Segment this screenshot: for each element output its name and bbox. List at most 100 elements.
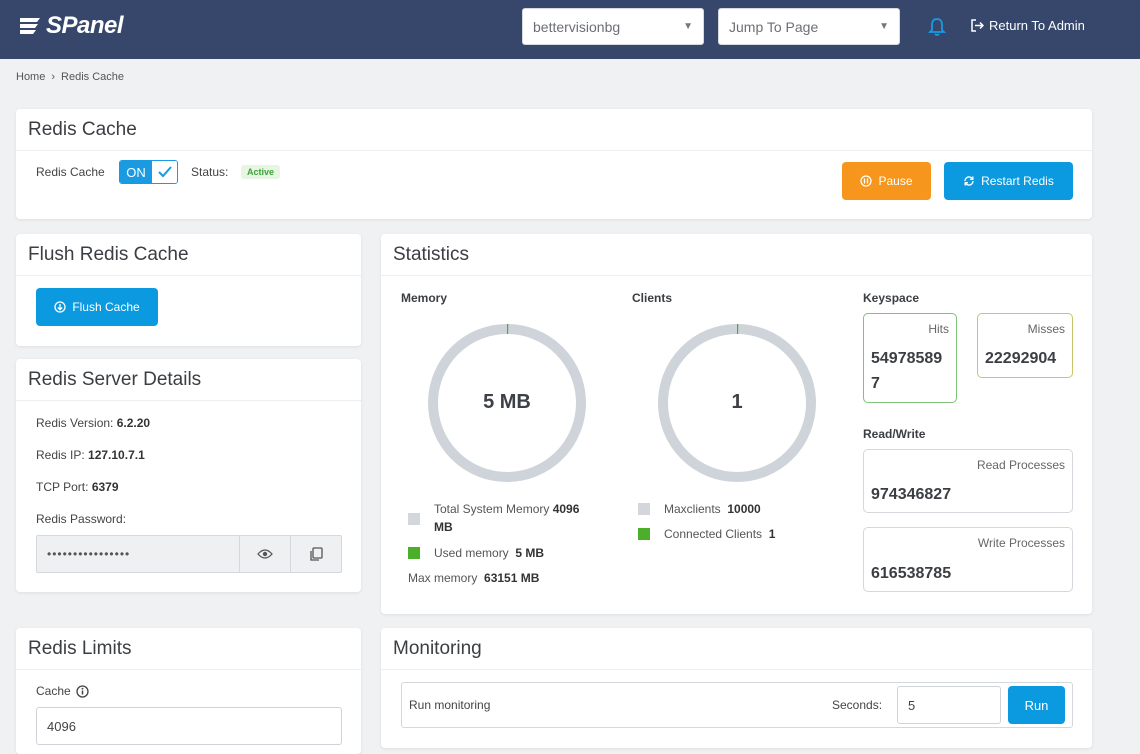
pause-button[interactable]: Pause	[842, 162, 931, 200]
maxclients-label: Maxclients	[664, 502, 721, 516]
pause-icon	[860, 175, 873, 187]
redis-version: Redis Version: 6.2.20	[36, 416, 150, 430]
redis-cache-toggle-label: Redis Cache	[36, 165, 105, 179]
readwrite-heading: Read/Write	[863, 427, 926, 441]
logo-icon	[20, 18, 40, 34]
misses-box: Misses 22292904	[977, 313, 1073, 378]
jump-to-page-select[interactable]: Jump To Page ▼	[718, 8, 900, 45]
write-processes-box: Write Processes 616538785	[863, 527, 1073, 592]
card-title: Redis Cache	[16, 109, 1092, 151]
run-monitoring-label: Run monitoring	[409, 698, 491, 712]
read-processes-box: Read Processes 974346827	[863, 449, 1073, 513]
hits-box: Hits 54978589 7	[863, 313, 957, 403]
port-label: TCP Port:	[36, 480, 89, 494]
cache-limit-label: Cache	[36, 684, 89, 698]
maxclients-legend: Maxclients 10000	[664, 500, 761, 518]
ip-value: 127.10.7.1	[88, 448, 145, 462]
max-memory: Max memory 63151 MB	[408, 569, 539, 587]
read-processes-label: Read Processes	[976, 458, 1065, 472]
card-title: Redis Limits	[16, 628, 361, 670]
used-memory-swatch	[408, 547, 420, 559]
total-memory-swatch	[408, 513, 420, 525]
status-label: Status:	[191, 165, 229, 179]
hits-value: 54978589 7	[871, 346, 942, 396]
card-title: Monitoring	[381, 628, 1092, 670]
hits-value-line2: 7	[871, 375, 880, 392]
restart-redis-button[interactable]: Restart Redis	[944, 162, 1073, 200]
check-icon	[152, 161, 177, 183]
memory-ring-value: 5 MB	[483, 391, 531, 413]
version-value: 6.2.20	[116, 416, 151, 430]
chevron-down-icon: ▼	[879, 21, 889, 32]
used-memory-legend: Used memory 5 MB	[434, 544, 544, 562]
sign-out-icon	[971, 19, 984, 32]
clients-ring-value: 1	[731, 391, 743, 413]
password-value: ••••••••••••••••	[47, 547, 131, 561]
breadcrumb-home[interactable]: Home	[16, 71, 45, 83]
connected-clients-swatch	[638, 528, 650, 540]
total-memory-legend: Total System Memory 4096 MB	[434, 500, 604, 536]
info-icon[interactable]	[76, 684, 89, 698]
jump-select-value: Jump To Page	[729, 18, 819, 35]
breadcrumb: Home › Redis Cache	[16, 71, 124, 83]
chevron-down-icon: ▼	[683, 21, 693, 32]
read-processes-value: 974346827	[871, 486, 952, 503]
logo-text: SPanel	[46, 12, 124, 39]
cache-label: Cache	[36, 684, 71, 698]
return-label: Return To Admin	[989, 18, 1085, 33]
pause-label: Pause	[878, 174, 913, 188]
seconds-input[interactable]: 5	[897, 686, 1001, 724]
spanel-logo[interactable]: SPanel	[16, 12, 124, 40]
max-memory-value: 63151 MB	[484, 571, 540, 585]
password-field: ••••••••••••••••	[36, 535, 342, 573]
breadcrumb-current: Redis Cache	[61, 71, 124, 83]
total-memory-unit: MB	[434, 520, 453, 534]
total-memory-value: 4096	[552, 502, 580, 516]
port-value: 6379	[91, 480, 119, 494]
hits-value-line1: 54978589	[871, 350, 943, 367]
toggle-state: ON	[120, 161, 152, 183]
chevron-right-icon: ›	[51, 71, 56, 83]
eye-icon	[257, 549, 274, 559]
maxclients-value: 10000	[727, 502, 761, 516]
redis-cache-toggle[interactable]: ON	[119, 160, 178, 184]
write-processes-label: Write Processes	[977, 536, 1065, 550]
flush-cache-button[interactable]: Flush Cache	[36, 288, 158, 326]
download-circle-icon	[54, 301, 66, 313]
card-title: Statistics	[381, 234, 1092, 276]
max-memory-label: Max memory	[408, 571, 478, 585]
password-label: Redis Password:	[36, 512, 127, 526]
flush-label: Flush Cache	[72, 300, 140, 314]
redis-ip: Redis IP: 127.10.7.1	[36, 448, 145, 462]
used-memory-label: Used memory	[434, 546, 509, 560]
memory-heading: Memory	[401, 291, 448, 305]
account-select[interactable]: bettervisionbg ▼	[522, 8, 704, 45]
show-password-button[interactable]	[239, 536, 290, 572]
total-memory-label: Total System Memory	[434, 502, 550, 516]
keyspace-heading: Keyspace	[863, 291, 920, 305]
used-memory-value: 5 MB	[515, 546, 545, 560]
bell-icon[interactable]	[928, 17, 946, 37]
card-title: Redis Server Details	[16, 359, 361, 401]
status-badge: Active	[241, 165, 281, 179]
misses-label: Misses	[1027, 322, 1065, 336]
clients-heading: Clients	[632, 291, 673, 305]
copy-icon	[310, 547, 323, 561]
card-title: Flush Redis Cache	[16, 234, 361, 276]
maxclients-swatch	[638, 503, 650, 515]
run-button[interactable]: Run	[1008, 686, 1065, 724]
connected-clients-label: Connected Clients	[664, 527, 763, 541]
tcp-port: TCP Port: 6379	[36, 480, 119, 494]
top-bar: SPanel bettervisionbg ▼ Jump To Page ▼ R…	[0, 0, 1140, 59]
copy-password-button[interactable]	[290, 536, 341, 572]
version-label: Redis Version:	[36, 416, 114, 430]
account-select-value: bettervisionbg	[533, 18, 621, 35]
seconds-label: Seconds:	[832, 698, 883, 712]
hits-label: Hits	[928, 322, 949, 336]
connected-clients-legend: Connected Clients 1	[664, 525, 775, 543]
connected-clients-value: 1	[768, 527, 776, 541]
misses-value: 22292904	[985, 350, 1057, 367]
cache-limit-input[interactable]: 4096	[36, 707, 342, 745]
return-to-admin-link[interactable]: Return To Admin	[971, 18, 1085, 33]
restart-label: Restart Redis	[981, 174, 1054, 188]
